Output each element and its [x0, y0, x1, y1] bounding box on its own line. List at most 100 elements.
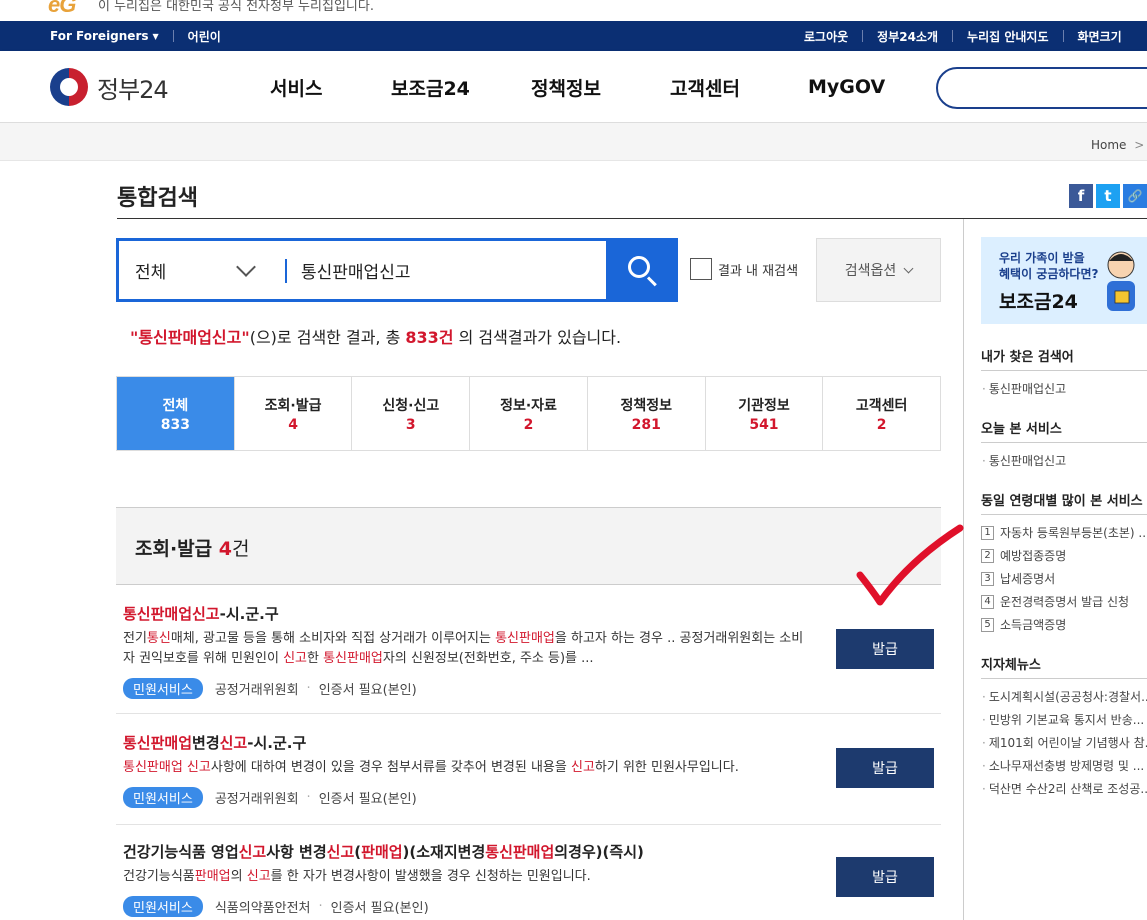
service-badge: 민원서비스	[123, 896, 203, 917]
result-meta: 민원서비스 공정거래위원회 · 인증서 필요(본인)	[123, 678, 417, 699]
tab-inquiry-issue[interactable]: 조회·발급 4	[233, 377, 352, 450]
search-button[interactable]	[606, 241, 678, 299]
nav-item-subsidy24[interactable]: 보조금24	[391, 51, 470, 123]
text-run: 사항에 대하여 변경이 있을 경우 첨부서류를 갖추어 변경된 내용을	[210, 760, 571, 775]
search-options-button[interactable]: 검색옵션	[816, 238, 941, 302]
local-news-item[interactable]: · 민방위 기본교육 통지서 반송...	[982, 711, 1144, 728]
age-popular-item[interactable]: 2 예방접종증명	[981, 547, 1066, 564]
subsidy24-banner[interactable]: 우리 가족이 받을 혜택이 궁금하다면? 보조금24	[981, 237, 1147, 324]
result-summary: "통신판매업신고"(으)로 검색한 결과, 총 833건 의 검색결과가 있습니…	[130, 324, 621, 348]
research-checkbox[interactable]	[690, 258, 712, 280]
kids-link[interactable]: 어린이	[188, 28, 221, 45]
banner-line2: 혜택이 궁금하다면?	[999, 267, 1099, 281]
tab-customer-center[interactable]: 고객센터 2	[822, 377, 940, 450]
today-viewed-item[interactable]: · 통신판매업신고	[982, 452, 1066, 469]
tab-policy[interactable]: 정책정보 281	[586, 377, 705, 450]
category-tabs: 전체 833 조회·발급 4 신청·신고 3 정보·자료 2 정책정보 281 기관정보 5…	[116, 376, 941, 451]
research-label: 결과 내 재검색	[718, 263, 799, 279]
chevron-down-icon	[903, 263, 914, 273]
age-popular-item[interactable]: 3 납세증명서	[981, 570, 1055, 587]
nav-item-policy[interactable]: 정책정보	[531, 51, 601, 123]
local-news-item[interactable]: · 제101회 어린이날 기념행사 참...	[982, 734, 1147, 751]
text-run: 자의 신원정보(전화번호, 주소 등)를 ...	[382, 651, 594, 666]
tab-agency[interactable]: 기관정보 541	[704, 377, 823, 450]
utility-bar: For Foreigners ▼ 어린이 로그아웃 정부24소개 누리집 안내지도…	[0, 21, 1147, 51]
result-org: 식품의약품안전처	[214, 901, 311, 916]
service-badge: 민원서비스	[123, 787, 203, 808]
result-title[interactable]: 건강기능식품 영업신고사항 변경신고(판매업)(소재지변경통신판매업의경우)(즉…	[123, 841, 644, 862]
issue-button[interactable]: 발급	[836, 857, 934, 897]
result-cert: 인증서 필요(본인)	[318, 792, 417, 807]
chevron-down-icon[interactable]	[236, 257, 256, 277]
news-text: 도시계획시설(공공청사:경찰서...	[988, 690, 1147, 704]
result-divider	[116, 713, 941, 714]
text-run: 매체, 광고물 등을 통해 소비자와 직접 상거래가 이루어지는	[170, 631, 496, 646]
sitemap-link[interactable]: 누리집 안내지도	[967, 28, 1048, 45]
text-run: 건강기능식품 영업	[123, 843, 239, 861]
for-foreigners-link[interactable]: For Foreigners	[50, 29, 149, 43]
caret-down-icon: ▼	[152, 31, 159, 41]
tab-all[interactable]: 전체 833	[117, 377, 234, 450]
nav-item-mygov[interactable]: MyGOV	[808, 51, 885, 123]
result-title[interactable]: 통신판매업신고-시.군.구	[123, 603, 279, 624]
nav-item-services[interactable]: 서비스	[270, 51, 322, 123]
highlighted-keyword: 신고	[570, 760, 595, 775]
result-cert: 인증서 필요(본인)	[330, 901, 429, 916]
tab-label: 기관정보	[738, 397, 790, 414]
issue-button[interactable]: 발급	[836, 748, 934, 788]
highlighted-keyword: 통신판매업신고	[123, 605, 220, 623]
service-badge: 민원서비스	[123, 678, 203, 699]
rank-number: 1	[981, 525, 994, 540]
rank-number: 5	[981, 617, 994, 632]
facebook-share-icon[interactable]: f	[1069, 184, 1093, 208]
section-count: 4	[218, 538, 232, 560]
title-divider	[117, 218, 1147, 219]
sidebar-line	[981, 678, 1147, 679]
section-title: 조회·발급	[135, 538, 213, 560]
recent-search-item[interactable]: · 통신판매업신고	[982, 380, 1066, 397]
red-check-annotation-icon	[856, 524, 964, 606]
age-popular-item[interactable]: 1 자동차 등록원부등본(초본) ...	[981, 524, 1147, 541]
result-org: 공정거래위원회	[214, 792, 299, 807]
page-title: 통합검색	[117, 186, 198, 211]
result-title[interactable]: 통신판매업변경신고-시.군.구	[123, 732, 306, 753]
local-news-item[interactable]: · 덕산면 수산2리 산책로 조성공...	[982, 780, 1147, 797]
text-run: -시.군.구	[247, 734, 307, 752]
person-illustration-icon	[1107, 251, 1135, 311]
text-run: 변경	[192, 734, 220, 752]
twitter-share-icon[interactable]: t	[1096, 184, 1120, 208]
search-input[interactable]: 통신판매업신고	[301, 241, 410, 299]
news-text: 민방위 기본교육 통지서 반송...	[988, 713, 1145, 727]
gov24-logo[interactable]: 정부24	[50, 68, 169, 106]
issue-button[interactable]: 발급	[836, 629, 934, 669]
text-run: 전기	[123, 631, 147, 646]
local-news-item[interactable]: · 도시계획시설(공공청사:경찰서...	[982, 688, 1147, 705]
banner-line1: 우리 가족이 받을	[999, 251, 1085, 265]
logout-link[interactable]: 로그아웃	[804, 28, 848, 45]
tab-label: 정보·자료	[500, 397, 557, 414]
age-popular-item[interactable]: 4 운전경력증명서 발급 신청	[981, 593, 1129, 610]
nav-item-customer-center[interactable]: 고객센터	[670, 51, 740, 123]
result-meta: 민원서비스 공정거래위원회 · 인증서 필요(본인)	[123, 787, 417, 808]
search-divider	[285, 259, 287, 283]
breadcrumb-home[interactable]: Home	[1091, 138, 1126, 152]
tab-count: 2	[523, 416, 534, 433]
text-run: 한	[306, 651, 324, 666]
search-scope-select[interactable]: 전체	[135, 241, 166, 299]
header-search-input[interactable]	[936, 67, 1147, 109]
rank-text: 예방접종증명	[1000, 549, 1067, 563]
recent-search-title: 내가 찾은 검색어	[981, 350, 1074, 365]
age-popular-item[interactable]: 5 소득금액증명	[981, 616, 1066, 633]
link-copy-icon[interactable]: 🔗	[1123, 184, 1147, 208]
local-news-item[interactable]: · 소나무재선충병 방제명령 및 ...	[982, 757, 1144, 774]
sidebar-line	[981, 514, 1147, 515]
about-link[interactable]: 정부24소개	[877, 28, 938, 45]
local-news-title: 지자체뉴스	[981, 658, 1041, 673]
rank-text: 소득금액증명	[1000, 618, 1067, 632]
screen-size-link[interactable]: 화면크기	[1078, 28, 1122, 45]
highlighted-keyword: 통신	[146, 631, 171, 646]
tab-application[interactable]: 신청·신고 3	[351, 377, 469, 450]
research-within-results[interactable]: 결과 내 재검색	[690, 258, 798, 280]
tab-label: 정책정보	[620, 397, 672, 414]
tab-info-data[interactable]: 정보·자료 2	[469, 377, 587, 450]
